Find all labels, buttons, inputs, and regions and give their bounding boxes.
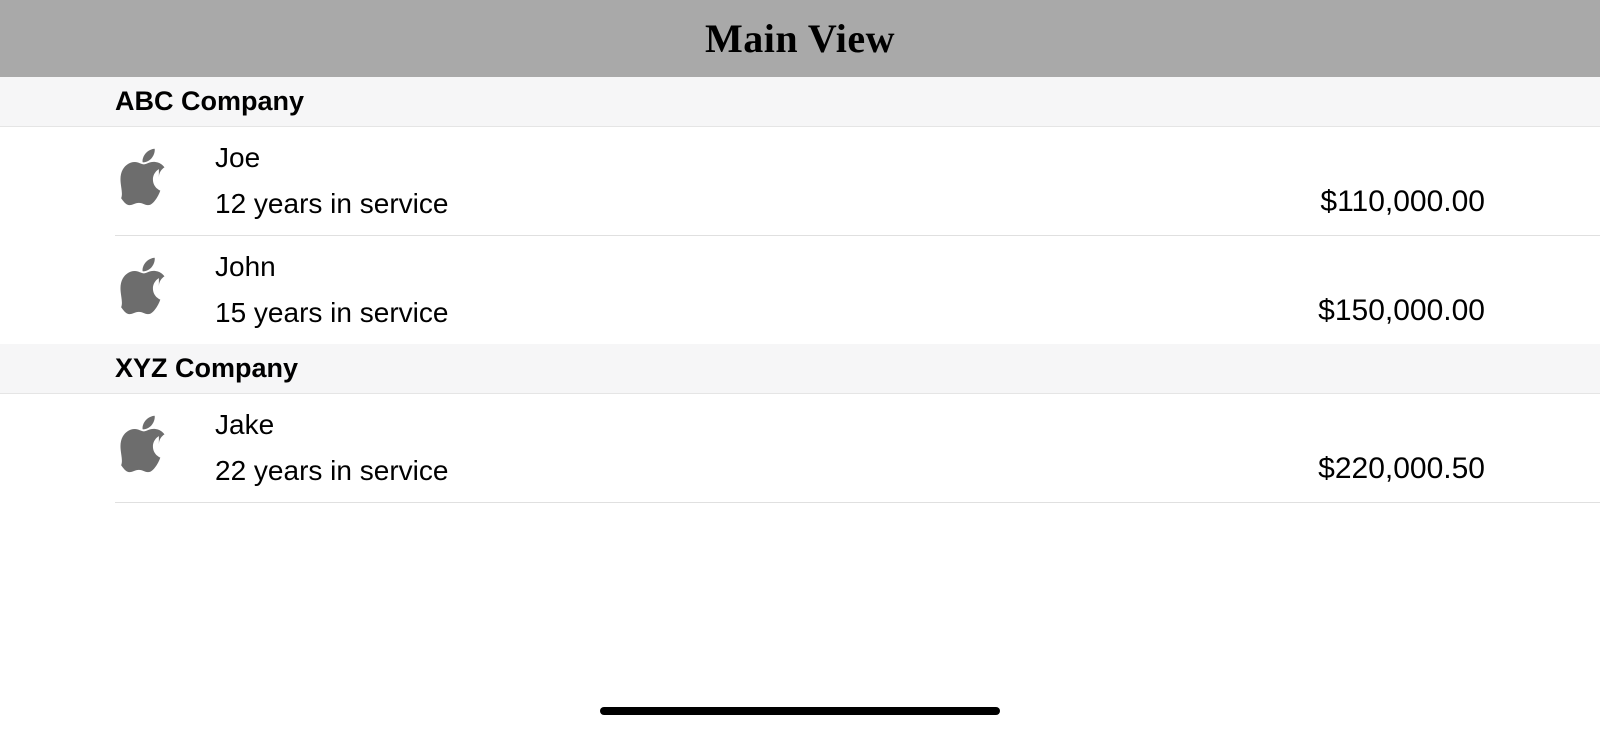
row-info: John 15 years in service bbox=[215, 251, 1298, 329]
list-row[interactable]: Jake 22 years in service $220,000.50 bbox=[0, 394, 1600, 502]
list-row[interactable]: John 15 years in service $150,000.00 bbox=[0, 236, 1600, 344]
row-separator bbox=[115, 502, 1600, 503]
employee-amount: $220,000.50 bbox=[1318, 452, 1485, 488]
employee-name: Jake bbox=[215, 409, 1298, 441]
section-header: ABC Company bbox=[0, 77, 1600, 127]
row-info: Jake 22 years in service bbox=[215, 409, 1298, 487]
page-title: Main View bbox=[705, 15, 895, 62]
apple-logo-icon bbox=[115, 250, 187, 330]
employee-subtitle: 15 years in service bbox=[215, 297, 1298, 329]
apple-logo-icon bbox=[115, 408, 187, 488]
employee-subtitle: 22 years in service bbox=[215, 455, 1298, 487]
navigation-bar: Main View bbox=[0, 0, 1600, 77]
employee-subtitle: 12 years in service bbox=[215, 188, 1300, 220]
employee-name: Joe bbox=[215, 142, 1300, 174]
row-info: Joe 12 years in service bbox=[215, 142, 1300, 220]
apple-logo-icon bbox=[115, 141, 187, 221]
employee-name: John bbox=[215, 251, 1298, 283]
employee-amount: $110,000.00 bbox=[1320, 185, 1485, 221]
list-row[interactable]: Joe 12 years in service $110,000.00 bbox=[0, 127, 1600, 235]
section-header: XYZ Company bbox=[0, 344, 1600, 394]
employee-amount: $150,000.00 bbox=[1318, 294, 1485, 330]
home-indicator[interactable] bbox=[600, 707, 1000, 715]
employee-list: ABC Company Joe 12 years in service $110… bbox=[0, 77, 1600, 503]
